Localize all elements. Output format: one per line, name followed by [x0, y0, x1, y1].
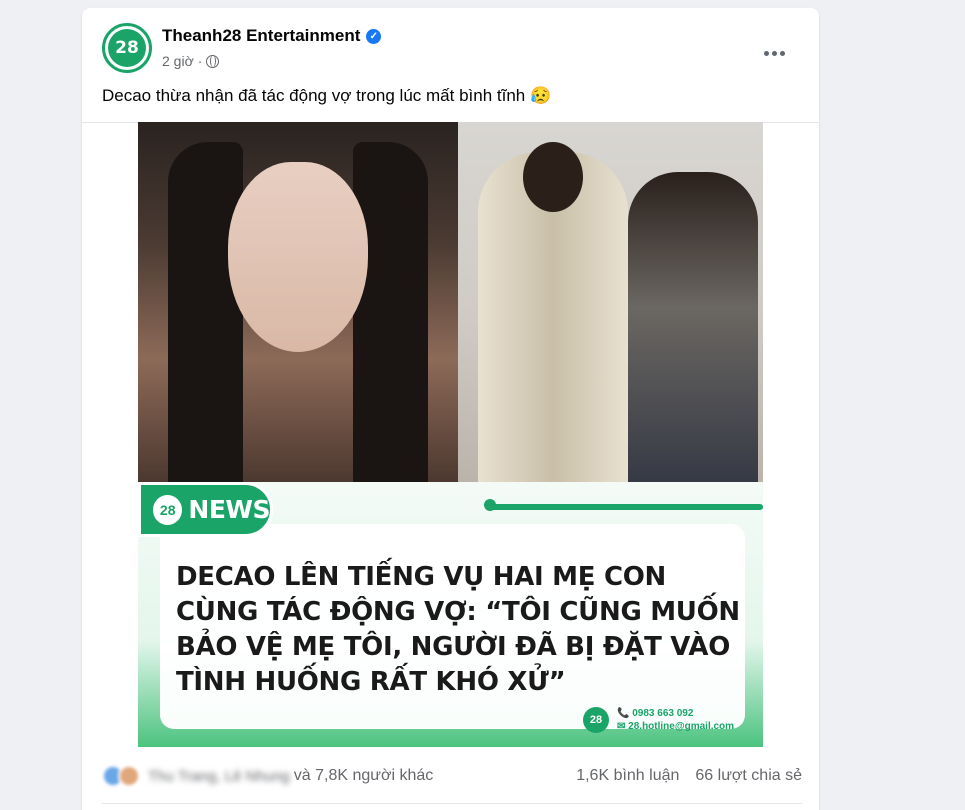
page-name-link[interactable]: Theanh28 Entertainment ✓ — [162, 26, 382, 46]
photo-couple — [458, 122, 763, 517]
reaction-icons[interactable] — [102, 765, 140, 787]
globe-icon[interactable] — [206, 54, 220, 68]
post-footer: Thu Trang, Lê Nhung và 7,8K người khác 1… — [102, 761, 802, 791]
news-headline: DECAO LÊN TIẾNG VỤ HAI MẸ CON CÙNG TÁC Đ… — [176, 562, 740, 697]
contact-phone: 📞 0983 663 092 — [617, 708, 694, 719]
contact-logo: 28 — [583, 707, 609, 733]
post-caption: Decao thừa nhận đã tác động vợ trong lúc… — [102, 86, 552, 105]
more-options-button[interactable] — [756, 35, 792, 71]
news-banner: 28 NEWS DECAO LÊN TIẾNG VỤ HAI MẸ CON CÙ… — [138, 482, 763, 747]
avatar-logo: 28 — [108, 29, 146, 67]
page-avatar[interactable]: 28 — [102, 23, 152, 73]
dot-icon — [779, 50, 785, 56]
decorative-line — [488, 504, 763, 510]
contact-email: ✉ 28.hotline@gmail.com — [617, 721, 735, 732]
verified-badge-icon: ✓ — [366, 28, 382, 44]
share-count[interactable]: 66 lượt chia sẻ — [695, 767, 802, 785]
meta-separator: · — [197, 53, 203, 69]
divider — [102, 803, 802, 804]
post-card: 28 Theanh28 Entertainment ✓ 2 giờ · Deca… — [82, 8, 819, 810]
decorative-dot — [484, 499, 496, 511]
post-image[interactable]: 28 NEWS DECAO LÊN TIẾNG VỤ HAI MẸ CON CÙ… — [138, 122, 763, 747]
post-meta: 2 giờ · — [162, 53, 220, 69]
dot-icon — [771, 50, 777, 56]
news-logo: 28 — [153, 494, 183, 525]
dot-icon — [763, 50, 769, 56]
comment-count[interactable]: 1,6K bình luận — [576, 767, 679, 785]
contact-info: 28 📞 0983 663 092 ✉ 28.hotline@gmail.com — [583, 707, 734, 733]
page-name[interactable]: Theanh28 Entertainment — [162, 26, 360, 46]
news-tag: 28 NEWS — [138, 482, 273, 537]
reaction-count[interactable]: và 7,8K người khác — [294, 767, 434, 785]
love-reaction-icon — [118, 765, 140, 787]
news-label: NEWS — [188, 495, 270, 524]
photo-woman-portrait — [138, 122, 458, 517]
reactor-names[interactable]: Thu Trang, Lê Nhung — [148, 768, 290, 785]
post-stats: 1,6K bình luận 66 lượt chia sẻ — [576, 767, 802, 785]
post-header: 28 Theanh28 Entertainment ✓ 2 giờ · — [102, 23, 802, 75]
post-time[interactable]: 2 giờ — [162, 53, 194, 69]
